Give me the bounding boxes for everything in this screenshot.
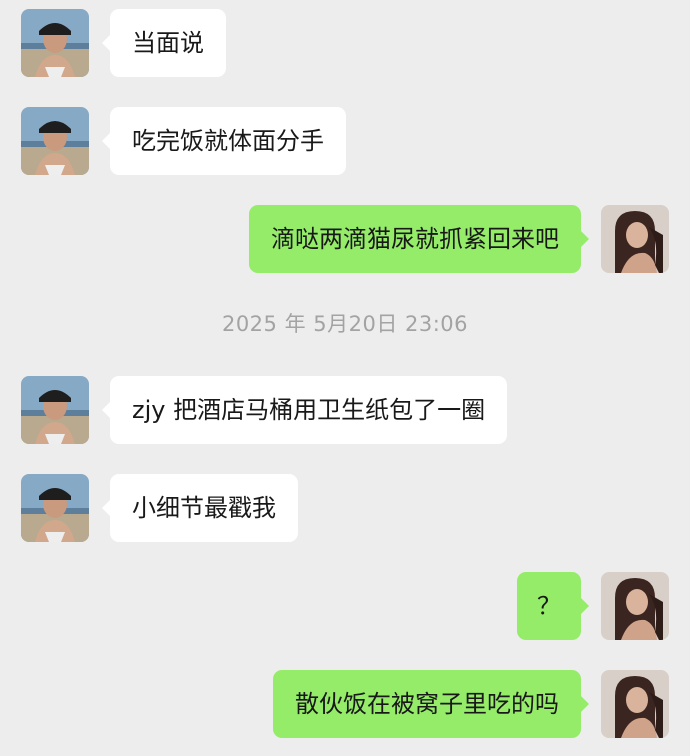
message-row-incoming: 当面说 <box>0 9 690 79</box>
self-avatar-icon[interactable] <box>601 205 669 273</box>
message-bubble[interactable]: 当面说 <box>102 9 226 77</box>
contact-avatar-icon[interactable] <box>21 107 89 175</box>
message-bubble[interactable]: 散伙饭在被窝子里吃的吗 <box>273 670 589 738</box>
message-row-incoming: 吃完饭就体面分手 <box>0 107 690 177</box>
message-bubble[interactable]: ？ <box>517 572 589 640</box>
message-row-incoming: zjy 把酒店马桶用卫生纸包了一圈 <box>0 376 690 446</box>
message-row-outgoing: 散伙饭在被窝子里吃的吗 <box>0 670 690 740</box>
self-avatar-icon[interactable] <box>601 670 669 738</box>
message-bubble[interactable]: 滴哒两滴猫尿就抓紧回来吧 <box>249 205 589 273</box>
message-row-incoming: 小细节最戳我 <box>0 474 690 544</box>
message-bubble[interactable]: zjy 把酒店马桶用卫生纸包了一圈 <box>101 376 508 444</box>
chat-timestamp: 2025 年 5月20日 23:06 <box>221 312 469 336</box>
contact-avatar-icon[interactable] <box>21 474 89 542</box>
message-bubble[interactable]: 小细节最戳我 <box>102 474 298 542</box>
message-row-outgoing: ？ <box>0 572 690 642</box>
message-row-outgoing: 滴哒两滴猫尿就抓紧回来吧 <box>0 205 690 275</box>
contact-avatar-icon[interactable] <box>21 376 89 444</box>
contact-avatar-icon[interactable] <box>21 9 89 77</box>
message-bubble[interactable]: 吃完饭就体面分手 <box>102 107 346 175</box>
self-avatar-icon[interactable] <box>601 572 669 640</box>
